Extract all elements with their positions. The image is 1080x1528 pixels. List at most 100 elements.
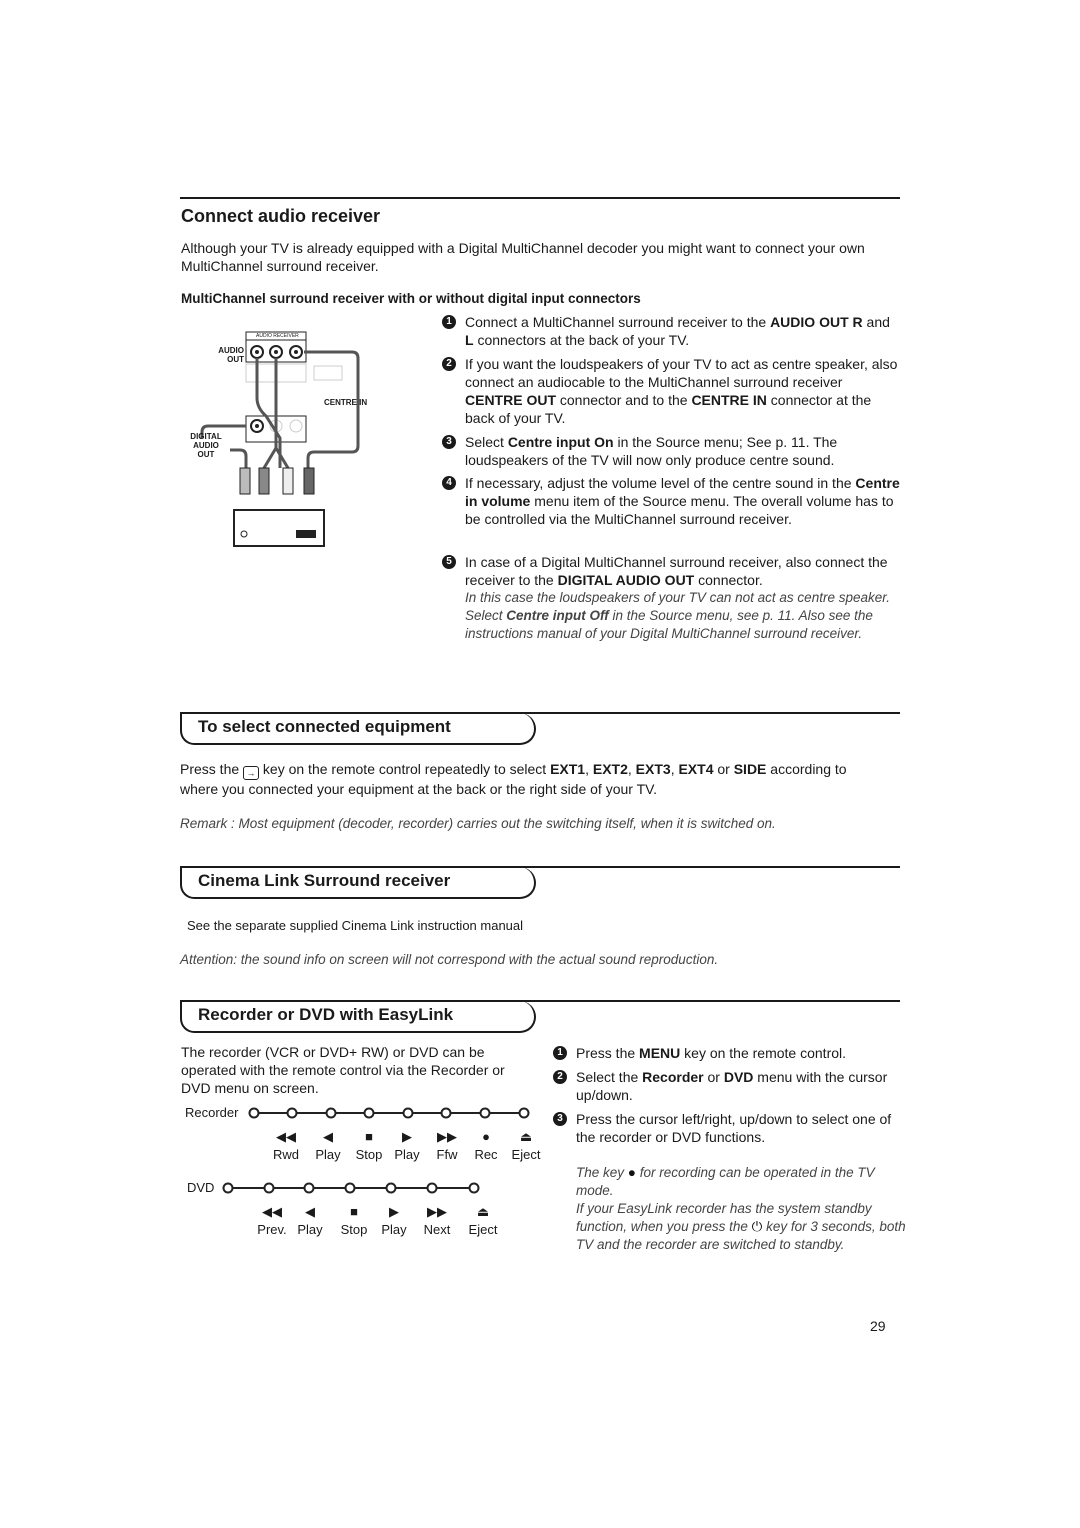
step-text: Press the cursor left/right, up/down to …: [576, 1110, 903, 1146]
dvd-menu-line: [222, 1182, 480, 1194]
control-label: Eject: [468, 1222, 498, 1237]
section-title: Recorder or DVD with EasyLink: [198, 1005, 454, 1024]
step-1: 1 Connect a MultiChannel surround receive…: [442, 313, 902, 349]
audio-receiver-label: AUDIO RECEIVER: [256, 333, 299, 339]
step-number: 2: [442, 357, 456, 371]
cinema-link-text: See the separate supplied Cinema Link in…: [187, 918, 524, 933]
eject-icon[interactable]: ⏏: [511, 1128, 541, 1146]
section-title: Cinema Link Surround receiver: [198, 871, 451, 890]
audio-out-label: AUDIO OUT: [218, 346, 244, 364]
select-equipment-text: Press the → key on the remote control re…: [180, 760, 860, 798]
text: connector.: [694, 572, 763, 588]
rewind-icon[interactable]: ◀◀: [271, 1128, 301, 1146]
recorder-intro: The recorder (VCR or DVD+ RW) or DVD can…: [181, 1044, 505, 1096]
bold-text: CENTRE OUT: [465, 392, 556, 408]
step-2: 2 If you want the loudspeakers of your TV…: [442, 355, 902, 427]
digital-audio-out-label: DIGITAL AUDIO OUT: [190, 432, 222, 459]
section-title: To select connected equipment: [198, 717, 451, 736]
step-text: Select the Recorder or DVD menu with the…: [576, 1068, 903, 1104]
step-text: In case of a Digital MultiChannel surrou…: [465, 553, 902, 589]
play-reverse-icon[interactable]: ◀: [295, 1203, 325, 1221]
bold-text: DIGITAL AUDIO OUT: [557, 572, 695, 588]
control-label: Play: [297, 1222, 323, 1237]
step-number: 1: [442, 315, 456, 329]
bold-text: MENU: [639, 1045, 681, 1061]
section-title-box: Recorder or DVD with EasyLink: [180, 1001, 536, 1033]
eject-icon[interactable]: ⏏: [468, 1203, 498, 1221]
step-3: 3 Select Centre input On in the Source me…: [442, 433, 902, 469]
fast-forward-icon[interactable]: ▶▶: [432, 1128, 462, 1146]
bold-text: EXT3: [635, 761, 671, 777]
stop-icon[interactable]: ■: [339, 1203, 369, 1221]
section-title-box: Cinema Link Surround receiver: [180, 867, 536, 899]
recorder-label: Recorder: [185, 1105, 239, 1120]
step-number: 4: [442, 476, 456, 490]
text: or: [703, 1069, 724, 1085]
step-number: 2: [553, 1070, 567, 1084]
intro-text: Although your TV is already equipped wit…: [181, 240, 865, 274]
section-title: Connect audio receiver: [181, 206, 381, 226]
bold-text: EXT1: [550, 761, 586, 777]
step-5: 5 In case of a Digital MultiChannel surro…: [442, 553, 902, 643]
text: Select the: [576, 1069, 643, 1085]
dvd-label: DVD: [187, 1180, 215, 1195]
text: connector and to the: [556, 392, 692, 408]
step-number: 5: [442, 555, 456, 569]
step-text: Connect a MultiChannel surround receiver…: [465, 313, 902, 349]
text: If necessary, adjust the volume level of…: [465, 475, 856, 491]
source-key-icon: →: [243, 766, 260, 780]
text: Connect a MultiChannel surround receiver…: [465, 314, 771, 330]
bold-text: EXT4: [678, 761, 714, 777]
bold-text: Centre input On: [507, 434, 614, 450]
text: or: [713, 761, 734, 777]
record-key-note: The key ● for recording can be operated …: [576, 1164, 906, 1200]
step-number: 3: [553, 1112, 567, 1126]
text: key on the remote control repeatedly to …: [259, 761, 551, 777]
standby-note: If your EasyLink recorder has the system…: [576, 1200, 906, 1254]
text: and: [862, 314, 890, 330]
text: Select: [465, 434, 508, 450]
text: key on the remote control repeatedly to …: [180, 761, 847, 797]
step-4: 4 If necessary, adjust the volume level o…: [442, 474, 902, 528]
section-divider: [180, 197, 900, 199]
play-reverse-icon[interactable]: ◀: [313, 1128, 343, 1146]
step-text: Press the MENU key on the remote control…: [576, 1044, 903, 1062]
bold-text: R: [852, 314, 863, 330]
record-icon[interactable]: ●: [471, 1128, 501, 1146]
easylink-step-1: 1 Press the MENU key on the remote contro…: [553, 1044, 903, 1062]
next-icon[interactable]: ▶▶: [422, 1203, 452, 1221]
text: connectors at the back of your TV.: [473, 332, 690, 348]
text: Press the: [180, 761, 240, 777]
subtitle: MultiChannel surround receiver with or w…: [181, 291, 641, 306]
text: The key: [576, 1165, 625, 1180]
step-number: 1: [553, 1046, 567, 1060]
record-key-icon: ●: [627, 1165, 636, 1180]
step-number: 3: [442, 435, 456, 449]
control-label: Next: [423, 1222, 451, 1237]
step-text: Select Centre input On in the Source men…: [465, 433, 902, 469]
text: Press the cursor left/right, up/down to …: [576, 1111, 892, 1145]
connection-diagram: AUDIO RECEIVER AUDIO OUT CENTRE IN DIGIT…: [184, 328, 384, 553]
page-number: 29: [870, 1318, 886, 1334]
bold-text: Centre input Off: [506, 608, 609, 623]
bold-text: CENTRE IN: [691, 392, 767, 408]
play-icon[interactable]: ▶: [392, 1128, 422, 1146]
power-key-icon: ⏻: [751, 1219, 763, 1234]
bold-text: AUDIO OUT: [770, 314, 849, 330]
bold-text: DVD: [723, 1069, 754, 1085]
stop-icon[interactable]: ■: [354, 1128, 384, 1146]
easylink-step-3: 3 Press the cursor left/right, up/down to…: [553, 1110, 903, 1146]
previous-icon[interactable]: ◀◀: [257, 1203, 287, 1221]
control-label: Eject: [511, 1147, 541, 1162]
centre-in-label: CENTRE IN: [324, 398, 368, 407]
step-text: If you want the loudspeakers of your TV …: [465, 355, 902, 427]
play-icon[interactable]: ▶: [379, 1203, 409, 1221]
section-title-box: To select connected equipment: [180, 713, 536, 745]
text: menu item of the Source menu. The overal…: [465, 493, 894, 527]
recorder-menu-line: [248, 1107, 530, 1119]
bold-text: SIDE: [733, 761, 767, 777]
attention-note: Attention: the sound info on screen will…: [180, 952, 719, 967]
text: Press the: [576, 1045, 640, 1061]
bold-text: EXT2: [592, 761, 628, 777]
bold-text: L: [465, 332, 474, 348]
